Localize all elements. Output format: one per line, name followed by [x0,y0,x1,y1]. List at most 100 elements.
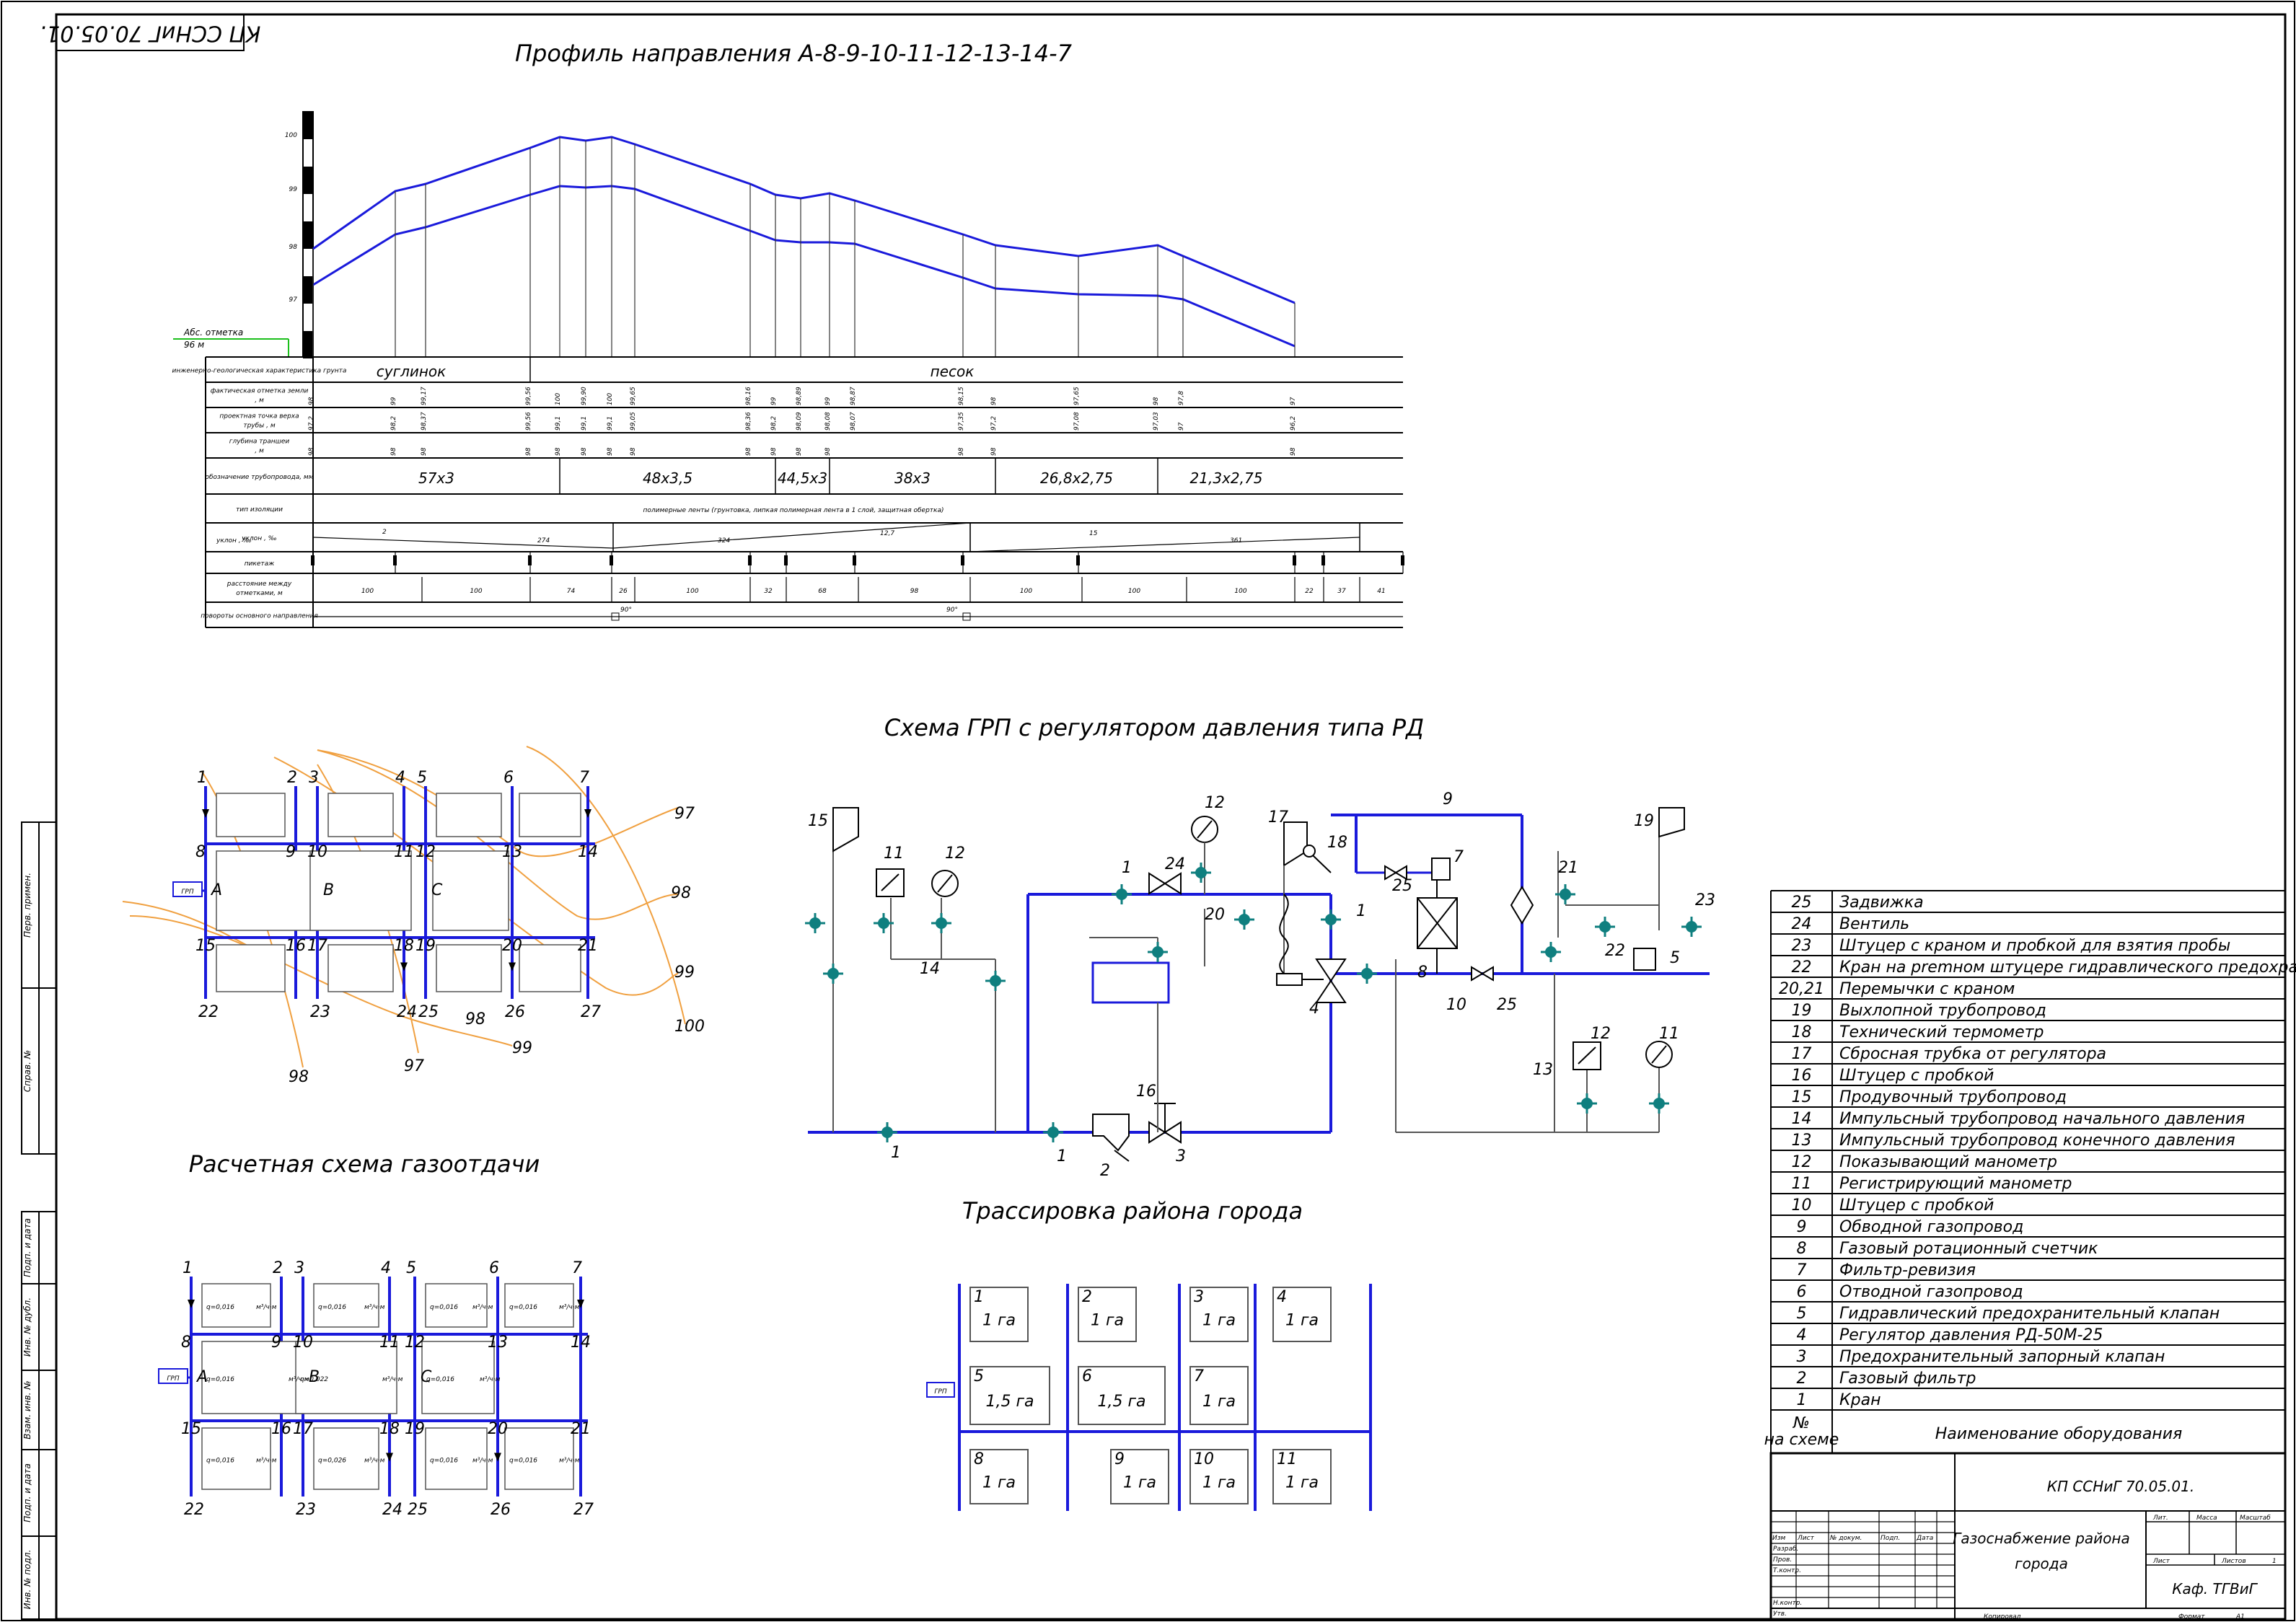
grp-title: Схема ГРП с регулятором давления типа РД [884,714,1424,741]
depth-value: 98 [745,447,752,456]
city-block [216,944,286,992]
design-value: 97 [1178,422,1185,431]
node-label: 21 [571,1420,591,1438]
pipe-diameter: 38х3 [894,470,931,487]
node-label: 9 [271,1334,281,1352]
grp-label: 1 [1356,902,1366,920]
node-label: 15 [195,937,216,955]
project-name: Газоснабжение района [1953,1530,2130,1547]
grp-label: 10 [1446,996,1466,1014]
grp-label: 19 [1634,812,1654,830]
scale-segment [303,276,313,304]
picket-mark [610,555,613,565]
equipment-name: Штуцер с краном и пробкой для взятия про… [1839,937,2230,955]
node-label: 9 [286,843,296,861]
stamp-text: КП ССНиГ 70.05.01. [40,21,261,46]
equipment-number: 13 [1792,1132,1812,1150]
tb-sheets: Листов [2221,1558,2246,1565]
equipment-number: 11 [1792,1175,1812,1193]
trace-title: Трассировка района города [962,1197,1303,1225]
city-block [436,793,502,837]
q-unit: м³/ч·м [364,1458,385,1465]
equipment-name: Вентиль [1839,915,1909,933]
tb-col-label: Подп. [1881,1535,1900,1542]
node-label: 2 [287,769,297,787]
street-scheme: 979899100999897981 2 3 4 5 6 78 9 10 11 12 13 1415 16… [122,746,705,1086]
tb-sheets-count: 1 [2272,1558,2277,1565]
ground-line [312,136,1296,304]
ground-value: 99,65 [630,387,637,405]
depth-value: 98 [607,447,614,456]
ground-value: 100 [555,393,562,405]
grp-label: ГРП [934,1388,946,1396]
picket-mark [393,555,397,565]
profile-row-label: трубы , м [243,423,276,430]
block-area: 1 га [1285,1312,1319,1330]
block-number: 4 [1277,1288,1287,1306]
node-label: 3 [309,769,319,787]
profile-row-label: глубина траншеи [229,438,290,446]
equipment-name: Штуцер с пробкой [1839,1067,1994,1085]
q-unit: м³/ч·м [382,1376,403,1383]
q-unit: м³/ч·м [480,1376,501,1383]
design-value: 99,05 [630,412,637,431]
ground-value: 98,15 [958,387,965,405]
block-area: 1 га [1202,1474,1236,1492]
tb-row-label: Разраб. [1773,1546,1798,1553]
distance-value: 100 [1234,588,1246,595]
pipe-diameter: 26,8х2,75 [1040,470,1113,487]
block-area: 1 га [1091,1312,1124,1330]
ground-value: 98,89 [796,387,803,405]
tb-org: Каф. ТГВиГ [2172,1580,2258,1597]
q-value: q=0,016 [430,1458,458,1465]
q-unit: м³/ч·м [559,1458,580,1465]
distance-value: 100 [1020,588,1032,595]
equipment-number: 15 [1792,1088,1812,1106]
grp-label: ГРП [181,889,193,896]
equipment-name: Газовый фильтр [1839,1370,1976,1388]
equipment-number: 18 [1792,1023,1812,1041]
node-label: 20 [488,1420,508,1438]
flow-arrow [188,1300,195,1308]
distance-value: 98 [910,588,919,595]
equipment-name: Кран на premном штуцере гидравлического … [1839,958,2296,977]
profile-row-label: , м [255,397,264,405]
profile-title: Профиль направления А-8-9-10-11-12-13-14… [515,40,1073,67]
depth-value: 98 [824,447,832,456]
tb-row-label: Утв. [1773,1610,1787,1618]
equipment-number: 25 [1792,894,1812,912]
grp-label: 12 [1205,794,1225,812]
node-label: 4 [381,1259,391,1277]
node-label: 12 [415,843,436,861]
flow-arrow [202,809,209,818]
grp-label: 20 [1205,906,1225,924]
ground-value: 99,17 [421,387,428,405]
node-label: 14 [578,843,598,861]
grp-label: 14 [920,960,940,978]
q-unit: м³/ч·м [364,1304,385,1311]
profile-row-label: тип изоляции [236,506,283,514]
city-block [519,944,581,992]
vent-flag [1658,807,1685,838]
node-label: 25 [408,1501,428,1519]
side-labels: Перв. примен. Справ. № Подп. и дата Инв. № … [22,873,32,1609]
equipment-table: 25 Задвижка24 Вентиль23 Штуцер с краном и п… [1764,890,2296,1454]
equipment-name: Газовый ротационный счетчик [1839,1240,2098,1258]
abs-value: 96 м [184,340,204,350]
slope-value: 324 [718,537,730,545]
grp-label: 24 [1165,855,1185,873]
calc-title: Расчетная схема газоотдачи [189,1150,540,1178]
design-value: 98,08 [824,412,832,431]
node-label: 12 [405,1334,425,1352]
slope-value: 15 [1089,530,1098,537]
picket-mark [311,555,315,565]
filter-revision [1431,858,1451,881]
slam-shut-valve [1091,961,1170,1004]
tb-mass: Масса [2196,1515,2217,1522]
regulator-drive [1276,973,1303,986]
equipment-name: Сбросная трубка от регулятора [1839,1045,2106,1063]
grp-label: 18 [1327,834,1347,852]
equipment-col-num: № [1793,1414,1810,1432]
block-number: 10 [1194,1450,1214,1468]
grp-label: 25 [1497,996,1517,1014]
